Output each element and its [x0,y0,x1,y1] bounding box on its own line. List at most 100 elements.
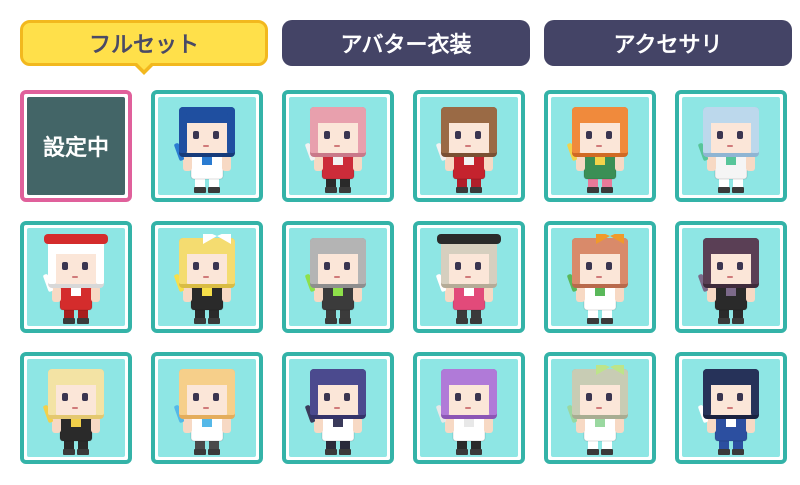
avatar-side-hair [179,375,187,415]
avatar-arm [222,286,231,302]
avatar-arm [707,286,716,302]
avatar-arm [222,417,231,433]
avatar-cell-bg [551,228,649,326]
avatar-bangs [310,238,366,254]
avatar-arm [91,286,100,302]
avatar-bangs [703,238,759,254]
avatar-cell[interactable] [675,90,787,202]
avatar-cell-bg [682,359,780,457]
avatar-figure [174,369,235,455]
avatar-mouth [596,407,602,409]
current-setting-label: 設定中 [42,136,109,161]
avatar-eye [717,131,723,139]
avatar-arm [445,286,454,302]
avatar-shoe [587,449,599,455]
avatar-cell[interactable] [20,221,132,333]
avatar-mouth [72,407,78,409]
avatar-side-hair [358,113,366,153]
avatar-shoe [456,318,468,324]
avatar-eye [213,393,219,401]
avatar-cell[interactable] [151,90,263,202]
avatar-cell[interactable] [413,90,525,202]
avatar-eye [213,131,219,139]
avatar-cell-bg [420,228,518,326]
avatar-shoe [339,318,351,324]
avatar-cell-bg [682,97,780,195]
avatar-figure [305,107,366,193]
avatar-shoe [470,449,482,455]
avatar-cell-bg [158,228,256,326]
avatar-cell-bg [158,97,256,195]
avatar-cell[interactable] [413,221,525,333]
avatar-eye [737,262,743,270]
avatar-shoe [732,318,744,324]
avatar-figure [698,107,759,193]
avatar-arm [707,155,716,171]
avatar-arm [484,417,493,433]
avatar-cell[interactable] [675,352,787,464]
avatar-eye [475,131,481,139]
avatar-side-hair [310,113,318,153]
avatar-side-hair [703,113,711,153]
avatar-cell-bg [551,359,649,457]
avatar-figure [698,369,759,455]
avatar-eye [586,131,592,139]
avatar-arm [183,286,192,302]
avatar-cell[interactable] [282,90,394,202]
avatar-shoe [470,187,482,193]
avatar-cell[interactable] [675,221,787,333]
avatar-eye [344,393,350,401]
avatar-shoe [732,449,744,455]
avatar-figure [567,365,628,455]
avatar-cell-current[interactable]: 設定中 [20,90,132,202]
avatar-side-hair [620,113,628,153]
avatar-eye [586,393,592,401]
avatar-cell[interactable] [282,352,394,464]
avatar-side-hair [358,244,366,284]
avatar-eye [455,393,461,401]
avatar-shoe [208,318,220,324]
avatar-mouth [727,407,733,409]
avatar-figure [567,107,628,193]
avatar-cell[interactable] [544,221,656,333]
avatar-eye [82,393,88,401]
avatar-shoe [601,318,613,324]
avatar-eye [324,131,330,139]
avatar-eye [324,262,330,270]
avatar-figure [305,238,366,324]
avatar-cell[interactable] [544,352,656,464]
avatar-eye [475,393,481,401]
avatar-shoe [194,187,206,193]
avatar-mouth [596,145,602,147]
avatar-cell-bg [27,228,125,326]
avatar-eye [62,393,68,401]
avatar-side-hair [489,244,497,284]
avatar-cell[interactable] [282,221,394,333]
avatar-cell-bg [289,359,387,457]
avatar-arm [615,286,624,302]
avatar-shoe [456,187,468,193]
avatar-eye [324,393,330,401]
avatar-cell[interactable] [151,352,263,464]
avatar-side-hair [620,375,628,415]
avatar-cell[interactable] [20,352,132,464]
avatar-eye [193,131,199,139]
avatar-mouth [596,276,602,278]
avatar-cell[interactable] [544,90,656,202]
avatar-shoe [587,187,599,193]
avatar-side-hair [572,375,580,415]
avatar-eye [606,131,612,139]
avatar-shoe [325,449,337,455]
avatar-mouth [72,276,78,278]
avatar-side-hair [179,244,187,284]
avatar-figure [174,234,235,324]
avatar-cell-bg [27,359,125,457]
avatar-side-hair [620,244,628,284]
avatar-cell-bg [551,97,649,195]
avatar-arm [183,155,192,171]
avatar-bangs [179,369,235,385]
avatar-side-hair [489,113,497,153]
avatar-cell[interactable] [151,221,263,333]
avatar-arm [746,155,755,171]
avatar-cell[interactable] [413,352,525,464]
